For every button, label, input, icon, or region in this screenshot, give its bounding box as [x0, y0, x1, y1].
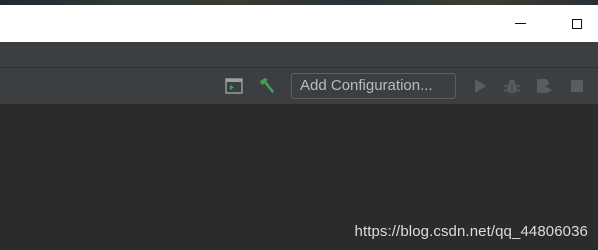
hammer-icon	[259, 77, 275, 94]
maximize-button[interactable]	[555, 10, 598, 38]
minimize-icon	[514, 22, 526, 24]
add-configuration-button[interactable]: Add Configuration...	[291, 73, 456, 99]
minimize-button[interactable]	[498, 10, 542, 38]
ide-window: Add Configuration... https://blog.csdn.n…	[0, 0, 598, 250]
build-project-button[interactable]	[257, 77, 275, 95]
run-with-coverage-icon	[537, 79, 552, 94]
play-icon	[475, 79, 486, 93]
bug-icon	[503, 79, 521, 94]
debug-button[interactable]	[503, 77, 521, 95]
menu-bar	[0, 42, 598, 68]
run-anything-button[interactable]	[225, 77, 243, 95]
watermark-text: https://blog.csdn.net/qq_44806036	[354, 223, 588, 240]
editor-area: https://blog.csdn.net/qq_44806036	[0, 105, 598, 250]
maximize-icon	[572, 19, 582, 29]
run-anything-icon	[225, 78, 243, 94]
title-bar	[0, 5, 598, 42]
run-with-coverage-button[interactable]	[535, 77, 553, 95]
run-button[interactable]	[471, 77, 489, 95]
stop-icon	[571, 80, 583, 92]
main-toolbar: Add Configuration...	[0, 68, 598, 105]
stop-button[interactable]	[568, 77, 586, 95]
